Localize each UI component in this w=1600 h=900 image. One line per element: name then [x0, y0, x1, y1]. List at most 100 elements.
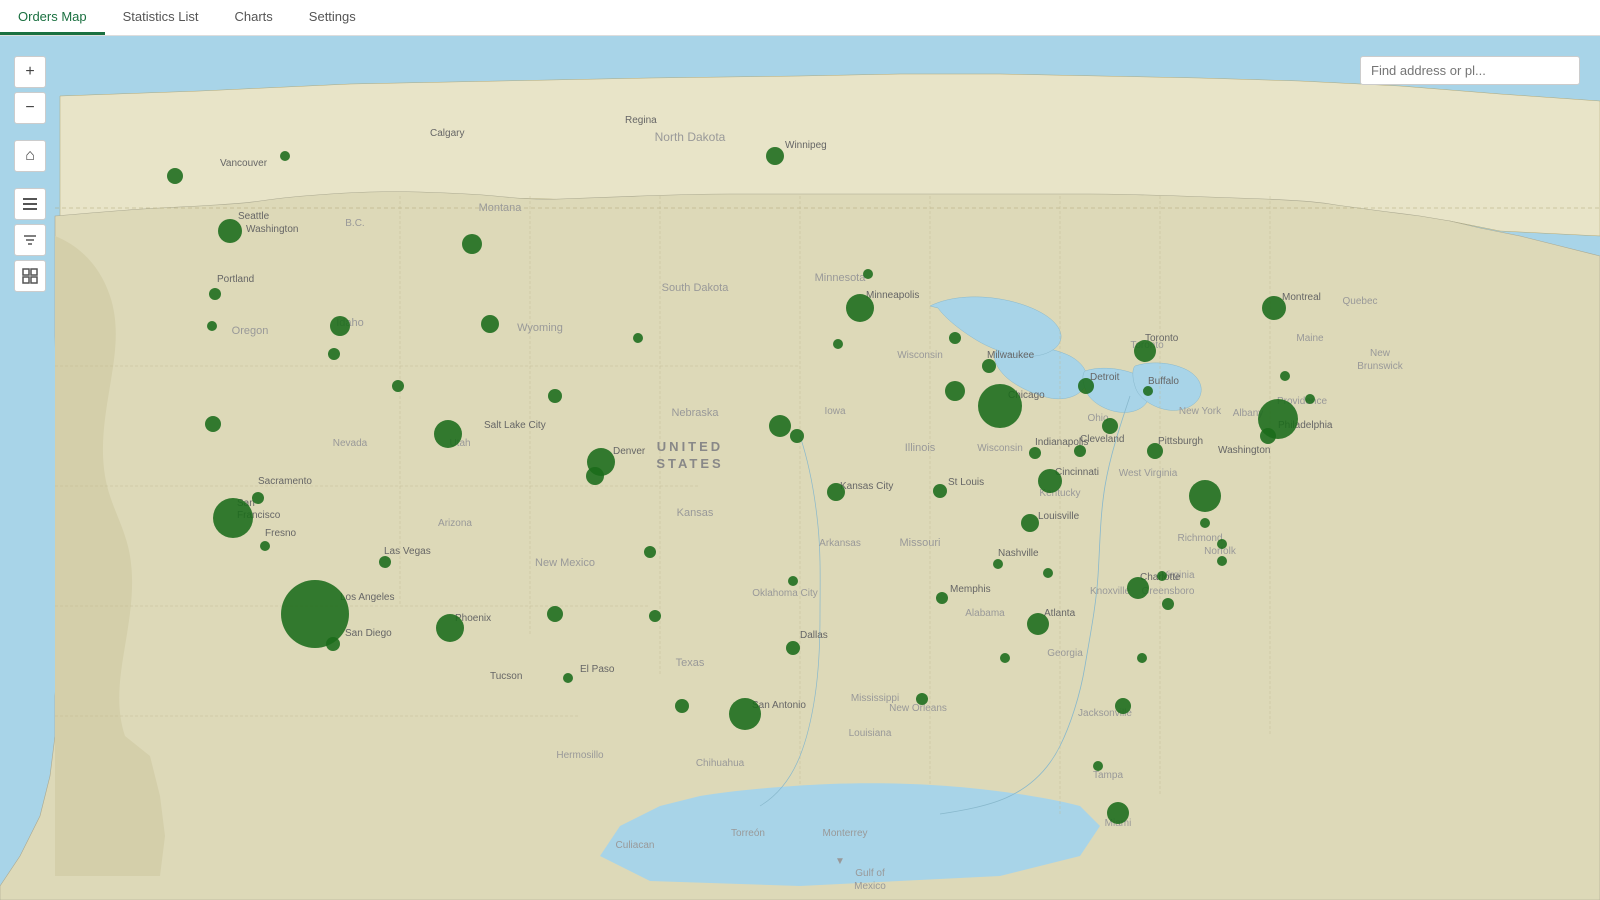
tab-orders-map[interactable]: Orders Map [0, 0, 105, 35]
svg-text:Gulf of: Gulf of [855, 868, 885, 879]
map-dot[interactable] [167, 168, 183, 184]
map-dot[interactable] [769, 415, 791, 437]
svg-text:Washington: Washington [246, 224, 298, 235]
map-dot[interactable] [1043, 568, 1053, 578]
map-dot[interactable] [548, 389, 562, 403]
svg-text:Illinois: Illinois [905, 442, 936, 454]
map-dot[interactable] [205, 416, 221, 432]
map-dot[interactable] [982, 359, 996, 373]
map-dot[interactable] [1305, 394, 1315, 404]
map-dot[interactable] [863, 269, 873, 279]
map-dot[interactable] [1074, 445, 1086, 457]
map-dot[interactable] [649, 610, 661, 622]
map-dot[interactable] [788, 576, 798, 586]
map-dot[interactable] [1147, 443, 1163, 459]
map-dot[interactable] [434, 420, 462, 448]
map-dot[interactable] [213, 498, 253, 538]
map-dot[interactable] [1038, 469, 1062, 493]
map-dot[interactable] [1115, 698, 1131, 714]
zoom-in-button[interactable]: + [14, 56, 46, 88]
map-dot[interactable] [1143, 386, 1153, 396]
map-dot[interactable] [1078, 378, 1094, 394]
map-dot[interactable] [462, 234, 482, 254]
map-dot[interactable] [846, 294, 874, 322]
map-dot[interactable] [1107, 802, 1129, 824]
map-dot[interactable] [1102, 418, 1118, 434]
map-dot[interactable] [547, 606, 563, 622]
home-button[interactable]: ⌂ [14, 140, 46, 172]
filter-button[interactable] [14, 224, 46, 256]
tab-charts[interactable]: Charts [217, 0, 291, 35]
search-input[interactable] [1371, 63, 1569, 78]
map-dot[interactable] [633, 333, 643, 343]
map-dot[interactable] [252, 492, 264, 504]
map-dot[interactable] [766, 147, 784, 165]
map-dot[interactable] [1217, 539, 1227, 549]
map-dot[interactable] [949, 332, 961, 344]
map-dot[interactable] [933, 484, 947, 498]
map-dot[interactable] [218, 219, 242, 243]
map-dot[interactable] [786, 641, 800, 655]
svg-text:Missouri: Missouri [900, 537, 941, 549]
map-dot[interactable] [945, 381, 965, 401]
map-dot[interactable] [1127, 577, 1149, 599]
map-dot[interactable] [1189, 480, 1221, 512]
svg-text:Arkansas: Arkansas [819, 538, 861, 549]
map-dot[interactable] [1137, 653, 1147, 663]
map-dot[interactable] [827, 483, 845, 501]
map-dot[interactable] [207, 321, 217, 331]
map-dot[interactable] [330, 316, 350, 336]
map-dot[interactable] [1029, 447, 1041, 459]
map-dot[interactable] [1162, 598, 1174, 610]
map-dot[interactable] [1200, 518, 1210, 528]
map-dot[interactable] [1157, 571, 1167, 581]
svg-text:Nevada: Nevada [333, 438, 368, 449]
svg-text:Detroit: Detroit [1090, 372, 1120, 383]
map-dot[interactable] [1021, 514, 1039, 532]
map-dot[interactable] [328, 348, 340, 360]
map-dot[interactable] [436, 614, 464, 642]
svg-text:South Dakota: South Dakota [662, 282, 730, 294]
svg-text:UNITED: UNITED [657, 439, 723, 454]
map-dot[interactable] [481, 315, 499, 333]
svg-text:STATES: STATES [656, 456, 723, 471]
svg-text:Wyoming: Wyoming [517, 322, 563, 334]
tab-settings[interactable]: Settings [291, 0, 374, 35]
map-dot[interactable] [1093, 761, 1103, 771]
svg-text:Kansas City: Kansas City [840, 481, 893, 492]
map-dot[interactable] [563, 673, 573, 683]
map-dot[interactable] [281, 580, 349, 648]
map-dot[interactable] [916, 693, 928, 705]
layers-list-button[interactable] [14, 188, 46, 220]
tab-statistics-list[interactable]: Statistics List [105, 0, 217, 35]
map-dot[interactable] [1134, 340, 1156, 362]
map-dot[interactable] [209, 288, 221, 300]
svg-text:Arizona: Arizona [438, 518, 472, 529]
map-dot[interactable] [1217, 556, 1227, 566]
map-dot[interactable] [729, 698, 761, 730]
map-dot[interactable] [260, 541, 270, 551]
svg-text:Wisconsin: Wisconsin [977, 443, 1023, 454]
map-dot[interactable] [936, 592, 948, 604]
map-dot[interactable] [1262, 296, 1286, 320]
map-dot[interactable] [978, 384, 1022, 428]
map-dot[interactable] [379, 556, 391, 568]
map-dot[interactable] [326, 637, 340, 651]
map-dot[interactable] [1280, 371, 1290, 381]
grid-button[interactable] [14, 260, 46, 292]
map-dot[interactable] [392, 380, 404, 392]
map-dot[interactable] [833, 339, 843, 349]
search-box[interactable] [1360, 56, 1580, 85]
map-dot[interactable] [586, 467, 604, 485]
map-dot[interactable] [675, 699, 689, 713]
svg-text:North Dakota: North Dakota [655, 130, 726, 144]
map-dot[interactable] [993, 559, 1003, 569]
map-dot[interactable] [280, 151, 290, 161]
svg-text:Atlanta: Atlanta [1044, 608, 1076, 619]
map-dot[interactable] [790, 429, 804, 443]
map-dot[interactable] [1000, 653, 1010, 663]
map-dot[interactable] [644, 546, 656, 558]
map-dot[interactable] [1027, 613, 1049, 635]
zoom-out-button[interactable]: − [14, 92, 46, 124]
map-dot[interactable] [1258, 399, 1298, 439]
